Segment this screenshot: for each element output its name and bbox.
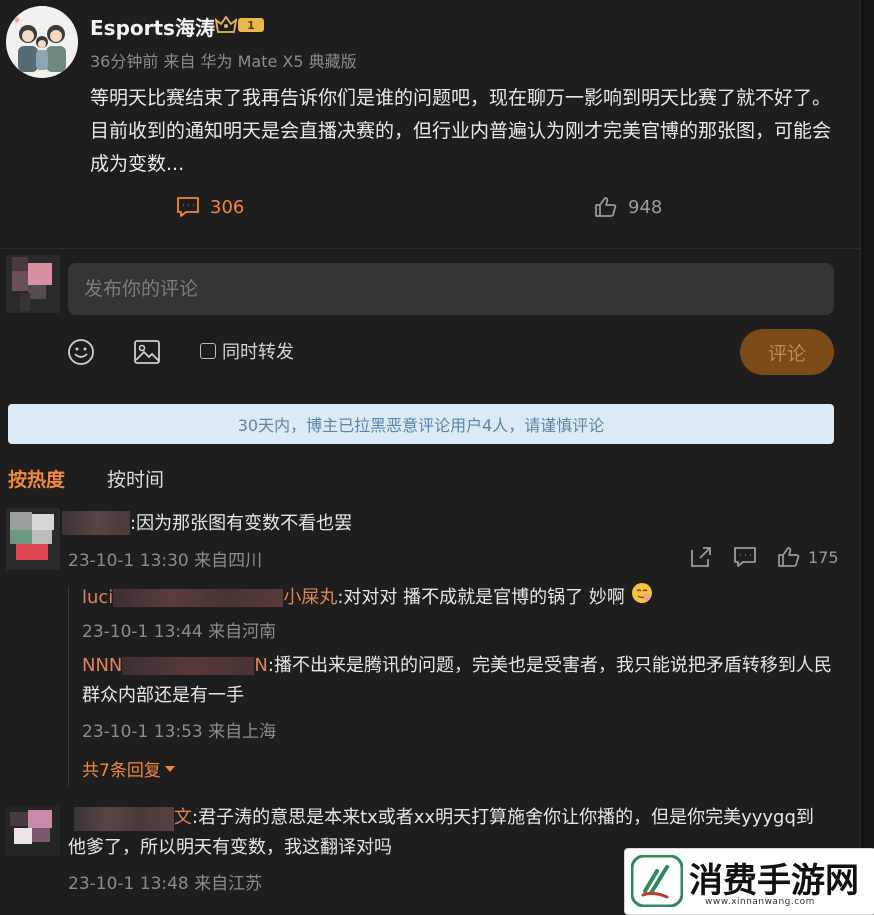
reply-text: :对对对 播不成就是官博的锅了 妙啊 [337,587,625,608]
submit-comment-button[interactable]: 评论 [740,329,834,375]
comment-avatar[interactable] [6,508,60,570]
divider [0,248,860,249]
author-name[interactable]: Esports海涛 [90,12,215,41]
emoji-face-icon [631,582,653,614]
reply-name-blurred [113,589,284,607]
comments-stat[interactable]: 306 [176,196,244,218]
badge-level: 1 [247,19,255,32]
site-watermark: 消费手游网 www.xinnanwang.com [624,848,874,915]
thumbs-up-icon [595,197,617,217]
comment-like-count: 175 [808,547,839,567]
reply-item: luci 小屎丸:对对对 播不成就是官博的锅了 妙啊 [82,582,653,614]
reply-name-blurred [122,657,255,675]
comment-icon [177,197,199,217]
reply-author-name-tail[interactable]: N [254,655,267,676]
comment-actions: 175 [688,544,839,570]
watermark-logo-icon [630,854,684,908]
likes-count: 948 [628,196,663,218]
reply-author-name[interactable]: NNN [82,655,122,676]
reply-author-name-tail[interactable]: 小屎丸 [283,587,337,608]
caret-down-icon [164,765,175,772]
author-avatar[interactable] [6,6,78,78]
comment-meta: 23-10-1 13:48 来自江苏 [68,874,263,894]
thumbs-up-icon[interactable] [776,544,802,570]
comment-input[interactable] [68,263,834,315]
image-icon[interactable] [133,338,161,366]
more-replies-label: 共7条回复 [82,761,161,781]
more-replies-link[interactable]: 共7条回复 [82,756,175,781]
commenter-name-blurred[interactable] [62,511,130,535]
post-meta: 36分钟前 来自 华为 Mate X5 典藏版 [90,52,357,71]
repost-checkbox[interactable]: 同时转发 [200,338,294,364]
tab-sort-time[interactable]: 按时间 [107,465,164,492]
comment-avatar[interactable] [6,806,60,856]
repost-label: 同时转发 [222,342,294,363]
my-avatar [6,255,60,313]
reply-thread-line [68,586,69,786]
reply-icon[interactable] [732,544,758,570]
share-icon[interactable] [688,544,714,570]
post-content: 等明天比赛结束了我再告诉你们是谁的问题吧，现在聊万一影响到明天比赛了就不好了。目… [90,87,832,175]
reply-item: NNN N:播不出来是腾讯的问题，完美也是受害者，我只能说把矛盾转移到人民群众内部… [82,651,832,711]
watermark-title: 消费手游网 [689,861,859,901]
blocked-users-notice: 30天内，博主已拉黑恶意评论用户4人，请谨慎评论 [8,404,834,444]
comment-meta: 23-10-1 13:30 来自四川 [68,551,263,571]
comment-text: :因为那张图有变数不看也罢 [130,513,353,534]
watermark-url: www.xinnanwang.com [705,897,815,907]
emoji-icon[interactable] [67,338,95,366]
reply-author-name[interactable]: luci [82,587,113,608]
reply-meta: 23-10-1 13:44 来自河南 [82,622,277,642]
right-scroll-edge [860,0,874,913]
member-badge-icon[interactable]: 1 [214,14,266,36]
comments-count: 306 [210,196,245,218]
likes-stat[interactable]: 948 [594,196,662,218]
reply-meta: 23-10-1 13:53 来自上海 [82,722,277,742]
tab-sort-hot[interactable]: 按热度 [8,465,65,492]
commenter-name-tail[interactable]: 文 [174,807,192,828]
checkbox-box[interactable] [200,343,216,359]
